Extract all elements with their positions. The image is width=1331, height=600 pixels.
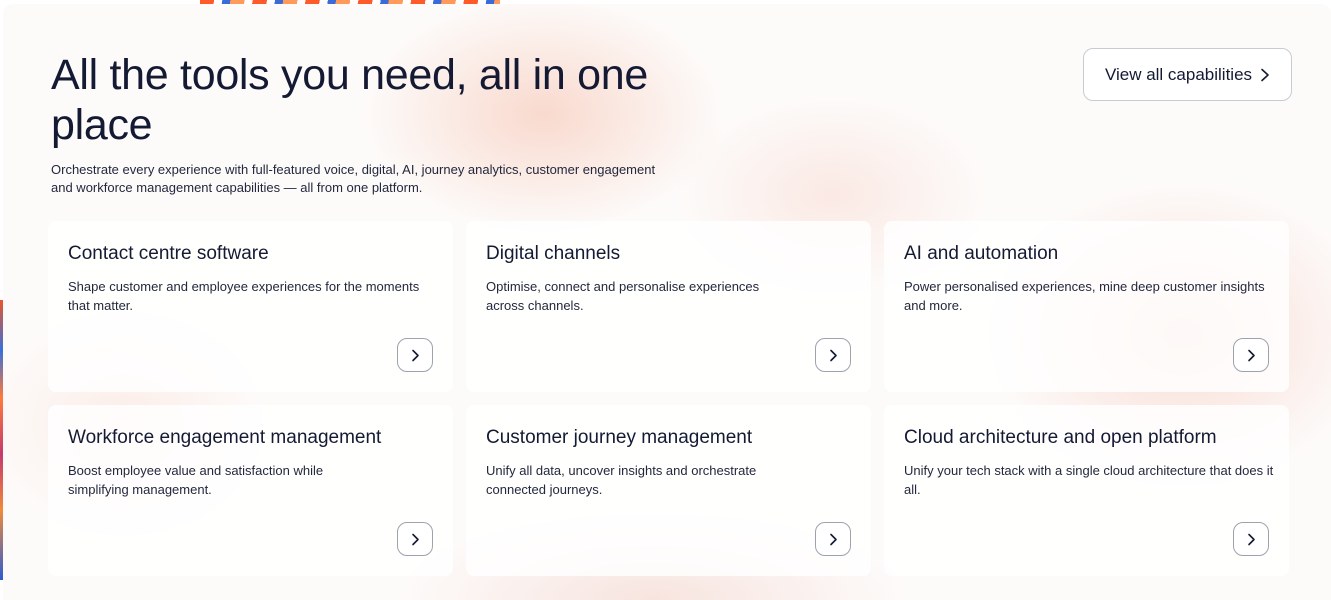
card-description: Optimise, connect and personalise experi… — [486, 279, 760, 313]
chevron-right-icon — [1247, 533, 1255, 545]
card-title: Contact centre software — [68, 243, 269, 264]
card-title: AI and automation — [904, 243, 1059, 264]
card-ai-and-automation[interactable]: AI and automation Power personalised exp… — [884, 221, 1289, 392]
chevron-right-icon — [411, 349, 419, 361]
card-arrow-button[interactable] — [1233, 522, 1269, 556]
page: All the tools you need, all in one place… — [0, 0, 1331, 600]
card-description: Unify your tech stack with a single clou… — [904, 463, 1274, 497]
card-title: Workforce engagement management — [68, 427, 382, 448]
chevron-right-icon — [1261, 68, 1269, 81]
capabilities-section: All the tools you need, all in one place… — [3, 4, 1331, 600]
view-all-capabilities-button[interactable]: View all capabilities — [1083, 48, 1292, 101]
card-arrow-button[interactable] — [1233, 338, 1269, 372]
card-arrow-button[interactable] — [815, 522, 851, 556]
chevron-right-icon — [411, 533, 419, 545]
card-title: Digital channels — [486, 243, 621, 264]
card-title: Customer journey management — [486, 427, 753, 448]
chevron-right-icon — [1247, 349, 1255, 361]
card-description: Boost employee value and satisfaction wh… — [68, 463, 324, 497]
chevron-right-icon — [829, 349, 837, 361]
card-cloud-architecture-and-open-platform[interactable]: Cloud architecture and open platform Uni… — [884, 405, 1289, 576]
card-arrow-button[interactable] — [397, 338, 433, 372]
card-customer-journey-management[interactable]: Customer journey management Unify all da… — [466, 405, 871, 576]
card-arrow-button[interactable] — [815, 338, 851, 372]
card-contact-centre-software[interactable]: Contact centre software Shape customer a… — [48, 221, 453, 392]
card-title: Cloud architecture and open platform — [904, 427, 1217, 448]
card-description: Unify all data, uncover insights and orc… — [486, 463, 757, 497]
section-title: All the tools you need, all in one place — [51, 51, 648, 149]
card-description: Shape customer and employee experiences … — [68, 279, 420, 313]
card-digital-channels[interactable]: Digital channels Optimise, connect and p… — [466, 221, 871, 392]
chevron-right-icon — [829, 533, 837, 545]
card-workforce-engagement-management[interactable]: Workforce engagement management Boost em… — [48, 405, 453, 576]
section-description: Orchestrate every experience with full-f… — [51, 162, 656, 195]
card-arrow-button[interactable] — [397, 522, 433, 556]
card-description: Power personalised experiences, mine dee… — [904, 279, 1265, 313]
view-all-capabilities-label: View all capabilities — [1104, 64, 1253, 84]
